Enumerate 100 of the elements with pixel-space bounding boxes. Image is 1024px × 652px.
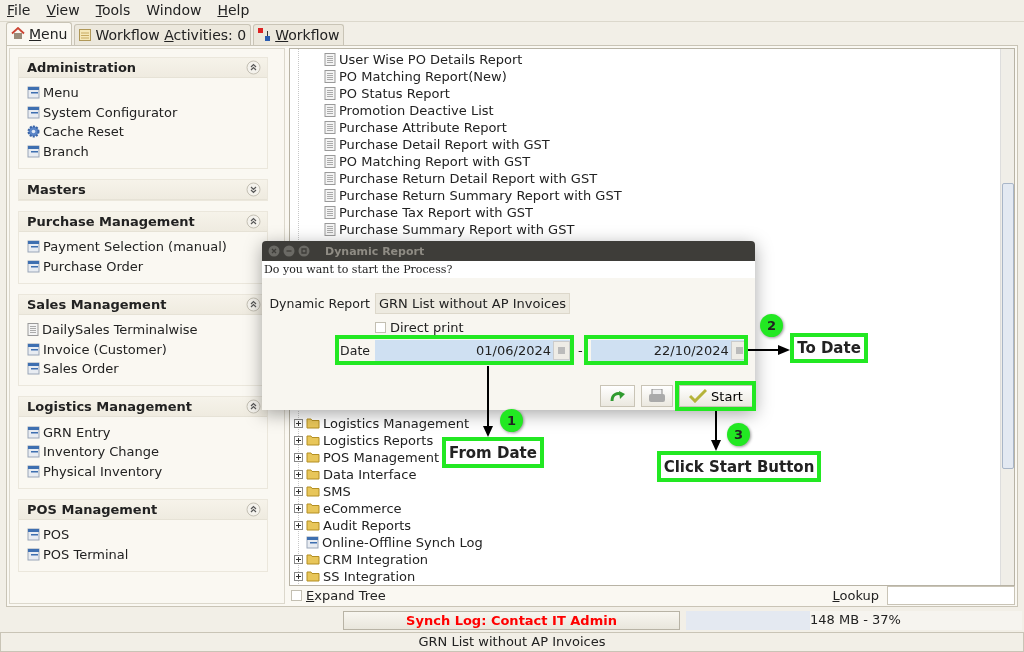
collapse-icon[interactable]: [246, 501, 261, 517]
expand-icon[interactable]: [294, 435, 303, 445]
document-icon: [324, 155, 336, 169]
callout-arrow: [711, 411, 721, 451]
window-icon: [27, 528, 40, 542]
expand-icon[interactable]: [294, 452, 303, 462]
section-header[interactable]: Masters: [19, 179, 267, 200]
menu-entry[interactable]: Physical Inventory: [27, 462, 259, 480]
callout-label: Click Start Button: [657, 451, 821, 482]
section-header[interactable]: POS Management: [19, 499, 267, 520]
document-icon: [27, 323, 39, 337]
callout-label: From Date: [442, 437, 544, 468]
document-icon: [324, 206, 336, 220]
menu-entry[interactable]: DailySales Terminalwise: [27, 320, 259, 339]
window-icon: [27, 259, 40, 273]
menu-entry[interactable]: Cache Reset: [27, 122, 259, 141]
section-header[interactable]: Logistics Management: [19, 397, 267, 418]
collapse-icon[interactable]: [246, 399, 261, 415]
collapse-icon[interactable]: [246, 59, 261, 75]
menu-entry[interactable]: POS Terminal: [27, 545, 259, 563]
checkbox[interactable]: [375, 321, 386, 333]
folder-icon: [306, 417, 320, 430]
range-separator: -: [578, 343, 583, 358]
window-icon: [27, 342, 40, 356]
tree-item[interactable]: Purchase Attribute Report: [294, 119, 507, 137]
tree-item[interactable]: POS Management: [294, 448, 440, 466]
tree-item[interactable]: Logistics Reports: [294, 431, 434, 449]
menu-entry[interactable]: Sales Order: [27, 359, 259, 378]
tree-item[interactable]: Purchase Tax Report with GST: [294, 204, 533, 222]
document-icon: [324, 189, 336, 203]
menu-item[interactable]: Help: [217, 2, 250, 19]
menu-item[interactable]: Tools: [95, 2, 131, 19]
redo-button[interactable]: [600, 385, 635, 407]
collapse-icon[interactable]: [246, 213, 261, 229]
folder-icon: [306, 553, 320, 566]
lookup-label: Lookup: [832, 587, 879, 603]
tree-item[interactable]: CRM Integration: [294, 550, 429, 568]
tree-item[interactable]: Online-Offline Synch Log: [294, 533, 483, 551]
collapse-icon[interactable]: [246, 296, 261, 312]
window-icon: [27, 464, 40, 478]
tree-item[interactable]: SS Integration: [294, 567, 416, 585]
tree-item[interactable]: User Wise PO Details Report: [294, 50, 523, 68]
window-icon: [27, 240, 40, 254]
window-icon: [27, 425, 40, 439]
expand-icon[interactable]: [294, 503, 303, 513]
menu-entry[interactable]: Invoice (Customer): [27, 340, 259, 358]
start-button[interactable]: Start: [679, 385, 753, 407]
menu-item[interactable]: File: [7, 2, 31, 19]
section-header[interactable]: Purchase Management: [19, 211, 267, 232]
tree-item[interactable]: PO Matching Report with GST: [294, 153, 531, 171]
document-icon: [324, 104, 336, 118]
menu-entry[interactable]: Purchase Order: [27, 257, 259, 275]
tab[interactable]: Workflow Activities: 0: [74, 23, 252, 45]
menu-entry[interactable]: Payment Selection (manual): [27, 237, 259, 256]
tree-item[interactable]: Data Interface: [294, 465, 417, 483]
tree-item[interactable]: Promotion Deactive List: [294, 102, 494, 120]
tree-item[interactable]: Purchase Detail Report with GST: [294, 136, 550, 154]
report-field[interactable]: GRN List without AP Invoices: [375, 293, 570, 314]
tree-item[interactable]: PO Status Report: [294, 85, 450, 103]
workflow-icon: [258, 27, 272, 42]
document-icon: [324, 172, 336, 186]
tree-item[interactable]: SMS: [294, 482, 351, 500]
checkbox[interactable]: [291, 589, 302, 601]
date-field[interactable]: 01/06/2024: [375, 340, 570, 361]
menu-entry[interactable]: POS: [27, 525, 259, 544]
menu-entry[interactable]: Branch: [27, 142, 259, 160]
printer-icon: [648, 389, 666, 403]
expand-icon[interactable]: [294, 418, 303, 428]
expand-icon[interactable]: [294, 554, 303, 564]
menu-entry[interactable]: Inventory Change: [27, 442, 259, 461]
expand-icon[interactable]: [294, 486, 303, 496]
menu-entry[interactable]: Menu: [27, 83, 259, 102]
expand-icon[interactable]: [294, 469, 303, 479]
folder-icon: [306, 570, 320, 583]
menu-item[interactable]: View: [46, 2, 80, 19]
window-icon: [27, 144, 40, 158]
tree-item[interactable]: Purchase Summary Report with GST: [294, 221, 575, 239]
folder-icon: [306, 502, 320, 515]
document-icon: [324, 223, 336, 237]
memory-reading: 148 MB - 37%: [810, 612, 901, 628]
tree-item[interactable]: Logistics Management: [294, 414, 469, 432]
tree-item[interactable]: Purchase Return Detail Report with GST: [294, 170, 598, 188]
expand-icon[interactable]: [294, 520, 303, 530]
tab[interactable]: Menu: [6, 21, 73, 45]
menu-entry[interactable]: System Configurator: [27, 103, 259, 121]
expand-icon[interactable]: [246, 181, 261, 197]
tree-item[interactable]: Purchase Return Summary Report with GST: [294, 187, 622, 205]
dialog-question: Do you want to start the Process?: [262, 261, 755, 278]
tree-item[interactable]: Audit Reports: [294, 516, 412, 534]
section-header[interactable]: Administration: [19, 57, 267, 78]
tree-item[interactable]: eCommerce: [294, 499, 402, 517]
checkbox-label: Expand Tree: [306, 587, 386, 603]
scrollbar[interactable]: [1000, 48, 1014, 585]
field-label: Date: [340, 343, 371, 358]
tree-item[interactable]: PO Matching Report(New): [294, 67, 507, 85]
menu-item[interactable]: Window: [146, 2, 202, 19]
menu-entry[interactable]: GRN Entry: [27, 423, 259, 441]
document-icon: [324, 121, 336, 135]
tab[interactable]: Workflow: [253, 23, 345, 45]
expand-icon[interactable]: [294, 571, 303, 581]
